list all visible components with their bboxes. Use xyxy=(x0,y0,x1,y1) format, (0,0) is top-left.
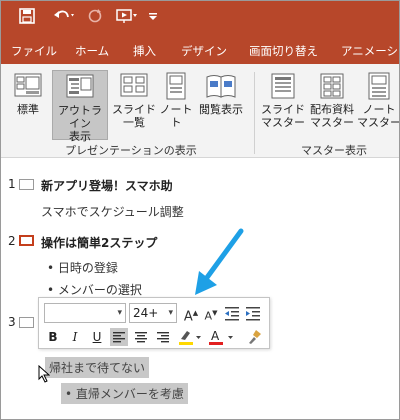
font-color-button[interactable]: A xyxy=(207,328,237,346)
align-center-icon xyxy=(135,332,147,343)
ribbon-tabs: ファイル ホーム 挿入 デザイン 画面切り替え アニメーション xyxy=(1,37,399,64)
customize-dropdown-icon[interactable] xyxy=(147,8,159,28)
grow-font-icon: A xyxy=(183,309,193,325)
highlighter-icon xyxy=(179,331,201,345)
ribbon-view: 標準 アウトライン 表示 スライド 一覧 ノート ト 閲覧表示 プレゼンテーショ… xyxy=(1,64,400,158)
tab-transitions[interactable]: 画面切り替え xyxy=(249,43,318,59)
font-size-value: 24+ xyxy=(133,306,159,320)
increase-indent-button[interactable] xyxy=(244,304,262,322)
save-icon[interactable] xyxy=(19,8,35,28)
slide-body-text[interactable]: スマホでスケジュール調整 xyxy=(41,203,184,220)
slide-title[interactable]: 新アプリ登場！スマホ助 xyxy=(41,177,173,194)
align-right-button[interactable] xyxy=(154,328,172,346)
font-size-box[interactable]: 24+ ▾ xyxy=(129,303,177,323)
annotation-arrow xyxy=(189,227,249,302)
handout-master-label: 配布資料 マスター xyxy=(310,103,354,129)
italic-button[interactable]: I xyxy=(66,328,84,346)
decrease-indent-button[interactable] xyxy=(223,304,241,322)
notes-master-icon xyxy=(362,72,396,100)
normal-view-label: 標準 xyxy=(17,103,39,116)
master-views-group-label: マスター表示 xyxy=(301,144,367,157)
selected-text[interactable]: • 直帰メンバーを考慮 xyxy=(61,383,188,404)
tab-insert[interactable]: 挿入 xyxy=(133,43,156,59)
underline-button[interactable]: U xyxy=(88,328,106,346)
tab-file[interactable]: ファイル xyxy=(11,43,57,59)
slide-title[interactable]: 操作は簡単2ステップ xyxy=(41,234,157,251)
font-name-box[interactable]: ▾ xyxy=(44,303,126,323)
slide-master-button[interactable]: スライド マスター xyxy=(259,70,307,140)
slide-number: 1 xyxy=(8,177,16,191)
notes-master-button[interactable]: ノート マスター xyxy=(357,70,400,140)
tab-animations[interactable]: アニメーション xyxy=(341,43,399,59)
slide-thumbnail-icon[interactable] xyxy=(19,235,34,246)
slide-sorter-button[interactable]: スライド 一覧 xyxy=(111,70,157,140)
powerpoint-window: ファイル ホーム 挿入 デザイン 画面切り替え アニメーション 標準 アウトライ… xyxy=(0,0,400,420)
grow-font-button[interactable]: A▲ xyxy=(182,304,200,325)
font-color-icon: A xyxy=(209,329,233,345)
slide-master-icon xyxy=(266,72,300,100)
notes-master-label: ノート マスター xyxy=(357,103,400,129)
present-from-beginning-icon[interactable] xyxy=(115,8,139,28)
notes-page-icon xyxy=(159,72,193,100)
highlight-color-button[interactable] xyxy=(177,328,203,346)
redo-icon[interactable] xyxy=(87,8,103,28)
align-right-icon xyxy=(157,332,169,343)
reading-view-button[interactable]: 閲覧表示 xyxy=(195,70,247,140)
shrink-font-button[interactable]: A▼ xyxy=(202,304,220,323)
normal-view-button[interactable]: 標準 xyxy=(7,70,49,140)
increase-indent-icon xyxy=(246,307,260,321)
undo-icon[interactable] xyxy=(53,8,75,28)
chevron-down-icon: ▾ xyxy=(168,308,173,318)
outline-view-button[interactable]: アウトライン 表示 xyxy=(52,70,108,143)
bullet-item[interactable]: • メンバーの選択 xyxy=(47,281,142,298)
mini-toolbar: ▾ 24+ ▾ A▲ A▼ B I U A xyxy=(38,297,270,349)
mouse-cursor-icon xyxy=(38,364,51,386)
chevron-down-icon: ▾ xyxy=(117,308,122,318)
outline-view-label: アウトライン 表示 xyxy=(58,104,102,143)
slide-number: 3 xyxy=(8,315,16,329)
normal-view-icon xyxy=(11,72,45,100)
slide-master-label: スライド マスター xyxy=(261,103,305,129)
selected-text[interactable]: 帰社まで待てない xyxy=(45,357,150,378)
quick-access-toolbar xyxy=(1,1,399,37)
slide-thumbnail-icon[interactable] xyxy=(19,317,34,328)
decrease-indent-icon xyxy=(225,307,239,321)
bold-button[interactable]: B xyxy=(44,328,62,346)
notes-page-button[interactable]: ノート ト xyxy=(159,70,193,140)
reading-view-icon xyxy=(204,72,238,100)
slide-sorter-label: スライド 一覧 xyxy=(112,103,156,129)
align-left-icon xyxy=(113,332,125,343)
slide-number: 2 xyxy=(8,234,16,248)
handout-master-button[interactable]: 配布資料 マスター xyxy=(307,70,357,140)
presentation-views-group-label: プレゼンテーションの表示 xyxy=(65,144,197,157)
tab-home[interactable]: ホーム xyxy=(75,43,109,59)
slide-sorter-icon xyxy=(117,72,151,100)
reading-view-label: 閲覧表示 xyxy=(199,103,243,116)
tab-design[interactable]: デザイン xyxy=(181,43,227,59)
bullet-item[interactable]: • 日時の登録 xyxy=(47,259,118,276)
format-painter-icon xyxy=(249,330,261,344)
group-divider xyxy=(254,72,255,154)
format-painter-button[interactable] xyxy=(246,328,264,346)
handout-master-icon xyxy=(315,72,349,100)
notes-page-label: ノート ト xyxy=(159,103,193,129)
outline-view-icon xyxy=(63,73,97,101)
align-left-button[interactable] xyxy=(110,328,128,346)
shrink-font-icon: A xyxy=(204,309,213,323)
slide-thumbnail-icon[interactable] xyxy=(19,179,34,190)
align-center-button[interactable] xyxy=(132,328,150,346)
svg-text:A: A xyxy=(211,329,220,343)
